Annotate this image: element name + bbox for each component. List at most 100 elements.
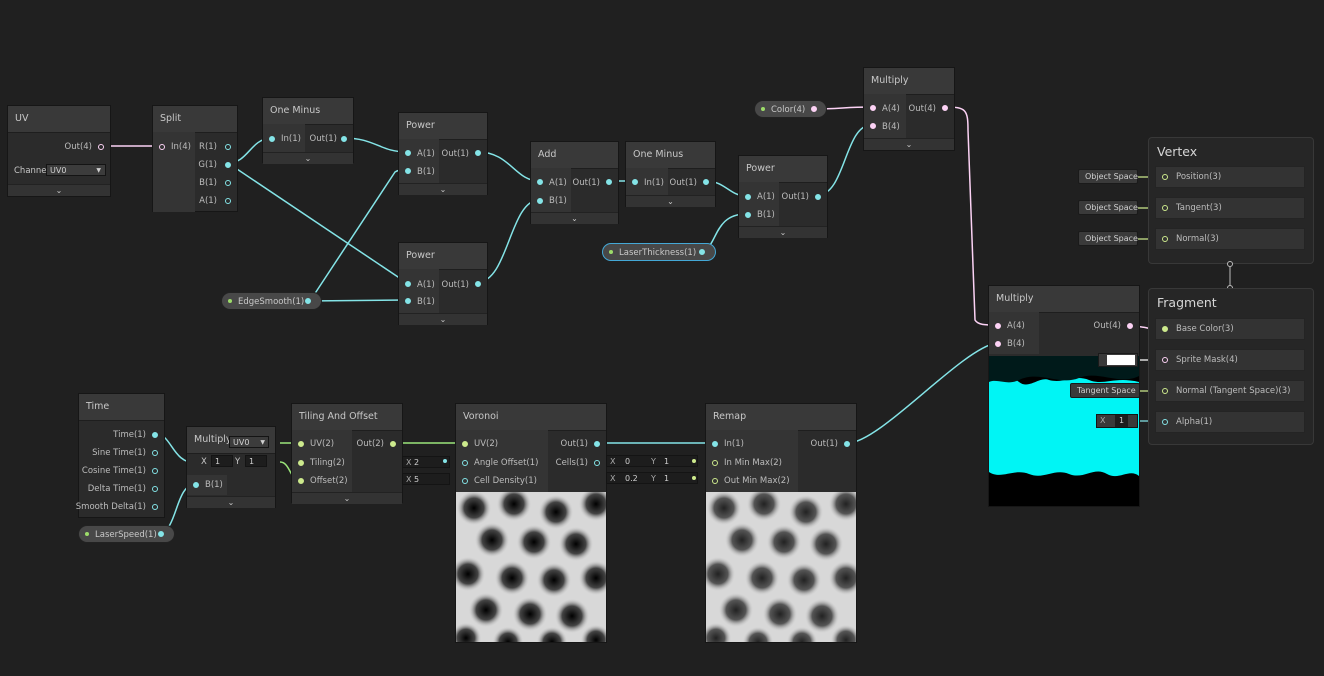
vertex-tangent-space-chip[interactable]: Object Space <box>1078 200 1138 215</box>
multiply-time-uv-dropdown[interactable]: UV0 ▼ <box>229 436 269 448</box>
fragment-alpha-field[interactable]: X 1 <box>1096 414 1138 428</box>
multiply-node-top[interactable]: Multiply A(4) B(4) Out(4) ⌄ <box>863 67 955 151</box>
vertex-normal-port[interactable] <box>1162 236 1168 242</box>
vertex-normal-slot[interactable]: Normal(3) <box>1155 228 1305 250</box>
add-out-port[interactable] <box>606 179 612 185</box>
power-node-2[interactable]: Power A(1) B(1) Out(1) ⌄ <box>398 242 488 325</box>
remap-in-min-max-port[interactable] <box>712 460 718 466</box>
tiling-expand-chevron-icon[interactable]: ⌄ <box>292 492 402 504</box>
add-a-port[interactable] <box>537 179 543 185</box>
uv-out-port[interactable] <box>98 144 104 150</box>
fragment-sprite-mask-port[interactable] <box>1162 357 1168 363</box>
power-3-expand-chevron-icon[interactable]: ⌄ <box>739 226 827 238</box>
tiling-offset-node[interactable]: Tiling And Offset UV(2) Tiling(2) Offset… <box>291 403 403 504</box>
multiply-top-expand-chevron-icon[interactable]: ⌄ <box>864 138 954 150</box>
multiply-right-b-port[interactable] <box>995 341 1001 347</box>
voronoi-node[interactable]: Voronoi UV(2) Angle Offset(1) Cell Densi… <box>455 403 607 643</box>
split-in-port[interactable] <box>159 144 165 150</box>
power-3-b-port[interactable] <box>745 212 751 218</box>
tiling-out-port[interactable] <box>390 441 396 447</box>
multiply-time-y-field[interactable]: 1 <box>245 455 267 467</box>
multiply-right-out-port[interactable] <box>1127 323 1133 329</box>
power-2-out-port[interactable] <box>475 281 481 287</box>
one-minus-2-expand-chevron-icon[interactable]: ⌄ <box>626 195 715 207</box>
tiling-uv-port[interactable] <box>298 441 304 447</box>
split-out-g-port[interactable] <box>225 162 231 168</box>
vertex-tangent-port[interactable] <box>1162 205 1168 211</box>
voronoi-out-port[interactable] <box>594 441 600 447</box>
laser-speed-property[interactable]: LaserSpeed(1) <box>78 525 175 543</box>
multiply-top-b-port[interactable] <box>870 123 876 129</box>
one-minus-node-1[interactable]: One Minus In(1) Out(1) ⌄ <box>262 97 354 164</box>
uv-channel-dropdown[interactable]: UV0 ▼ <box>46 164 106 176</box>
fragment-normal-space-chip[interactable]: Tangent Space <box>1070 383 1140 398</box>
fragment-alpha-slot[interactable]: Alpha(1) <box>1155 411 1305 433</box>
one-minus-2-out-port[interactable] <box>703 179 709 185</box>
multiply-top-out-port[interactable] <box>942 105 948 111</box>
remap-in-field-port[interactable] <box>692 459 696 463</box>
remap-in-min-max-field[interactable]: X 0 Y 1 <box>606 455 698 467</box>
one-minus-1-expand-chevron-icon[interactable]: ⌄ <box>263 152 353 164</box>
fragment-normal-slot[interactable]: Normal (Tangent Space)(3) <box>1155 380 1305 402</box>
power-1-a-port[interactable] <box>405 150 411 156</box>
time-node[interactable]: Time Time(1) Sine Time(1) Cosine Time(1)… <box>76 393 165 518</box>
time-out-time-port[interactable] <box>152 432 158 438</box>
voronoi-uv-port[interactable] <box>462 441 468 447</box>
split-out-a-port[interactable] <box>225 198 231 204</box>
split-node[interactable]: Split In(4) R(1) G(1) B(1) A(1) <box>152 105 238 212</box>
remap-out-field-port[interactable] <box>692 476 696 480</box>
vertex-tangent-slot[interactable]: Tangent(3) <box>1155 197 1305 219</box>
tiling-offset-port[interactable] <box>298 478 304 484</box>
remap-out-min-max-port[interactable] <box>712 478 718 484</box>
color-property[interactable]: Color(4) <box>754 100 827 118</box>
voronoi-cells-port[interactable] <box>594 460 600 466</box>
remap-in-port[interactable] <box>712 441 718 447</box>
power-2-expand-chevron-icon[interactable]: ⌄ <box>399 313 487 325</box>
fragment-base-color-slot[interactable]: Base Color(3) <box>1155 318 1305 340</box>
time-out-delta-port[interactable] <box>152 486 158 492</box>
multiply-right-a-port[interactable] <box>995 323 1001 329</box>
power-node-1[interactable]: Power A(1) B(1) Out(1) ⌄ <box>398 112 488 195</box>
one-minus-node-2[interactable]: One Minus In(1) Out(1) ⌄ <box>625 141 716 207</box>
add-node[interactable]: Add A(1) B(1) Out(1) ⌄ <box>530 141 619 224</box>
multiply-time-expand-chevron-icon[interactable]: ⌄ <box>187 496 275 508</box>
multiply-top-a-port[interactable] <box>870 105 876 111</box>
fragment-alpha-port[interactable] <box>1162 419 1168 425</box>
power-2-b-port[interactable] <box>405 298 411 304</box>
add-b-port[interactable] <box>537 198 543 204</box>
vertex-normal-space-chip[interactable]: Object Space <box>1078 231 1138 246</box>
multiply-node-time[interactable]: Multiply UV0 ▼ X 1 Y 1 B(1) ⌄ <box>186 426 276 508</box>
vertex-position-space-chip[interactable]: Object Space <box>1078 169 1138 184</box>
edge-smooth-out-port[interactable] <box>305 298 311 304</box>
voronoi-angle-field-port[interactable] <box>443 459 447 463</box>
power-node-3[interactable]: Power A(1) B(1) Out(1) ⌄ <box>738 155 828 238</box>
color-out-port[interactable] <box>811 106 817 112</box>
one-minus-1-in-port[interactable] <box>269 136 275 142</box>
vertex-position-port[interactable] <box>1162 174 1168 180</box>
one-minus-1-out-port[interactable] <box>341 136 347 142</box>
remap-out-min-max-field[interactable]: X 0.2 Y 1 <box>606 472 698 484</box>
multiply-time-b-port[interactable] <box>193 482 199 488</box>
fragment-context[interactable]: Fragment Base Color(3) Sprite Mask(4) No… <box>1148 288 1314 445</box>
voronoi-angle-port[interactable] <box>462 460 468 466</box>
power-1-expand-chevron-icon[interactable]: ⌄ <box>399 183 487 195</box>
remap-out-port[interactable] <box>844 441 850 447</box>
laser-thickness-out-port[interactable] <box>699 249 705 255</box>
time-out-smooth-delta-port[interactable] <box>152 504 158 510</box>
power-1-b-port[interactable] <box>405 168 411 174</box>
split-out-r-port[interactable] <box>225 144 231 150</box>
edge-smooth-property[interactable]: EdgeSmooth(1) <box>221 292 322 310</box>
remap-node[interactable]: Remap In(1) In Min Max(2) Out Min Max(2)… <box>705 403 857 643</box>
power-1-out-port[interactable] <box>475 150 481 156</box>
vertex-context[interactable]: Vertex Position(3) Tangent(3) Normal(3) <box>1148 137 1314 264</box>
add-expand-chevron-icon[interactable]: ⌄ <box>531 212 618 224</box>
split-out-b-port[interactable] <box>225 180 231 186</box>
laser-speed-out-port[interactable] <box>158 531 164 537</box>
power-3-a-port[interactable] <box>745 194 751 200</box>
uv-expand-chevron-icon[interactable]: ⌄ <box>8 184 110 196</box>
multiply-time-x-field[interactable]: 1 <box>211 455 233 467</box>
laser-thickness-property[interactable]: LaserThickness(1) <box>602 243 716 261</box>
uv-node[interactable]: UV Out(4) Channe UV0 ▼ ⌄ <box>7 105 111 197</box>
time-out-sine-port[interactable] <box>152 450 158 456</box>
power-3-out-port[interactable] <box>815 194 821 200</box>
